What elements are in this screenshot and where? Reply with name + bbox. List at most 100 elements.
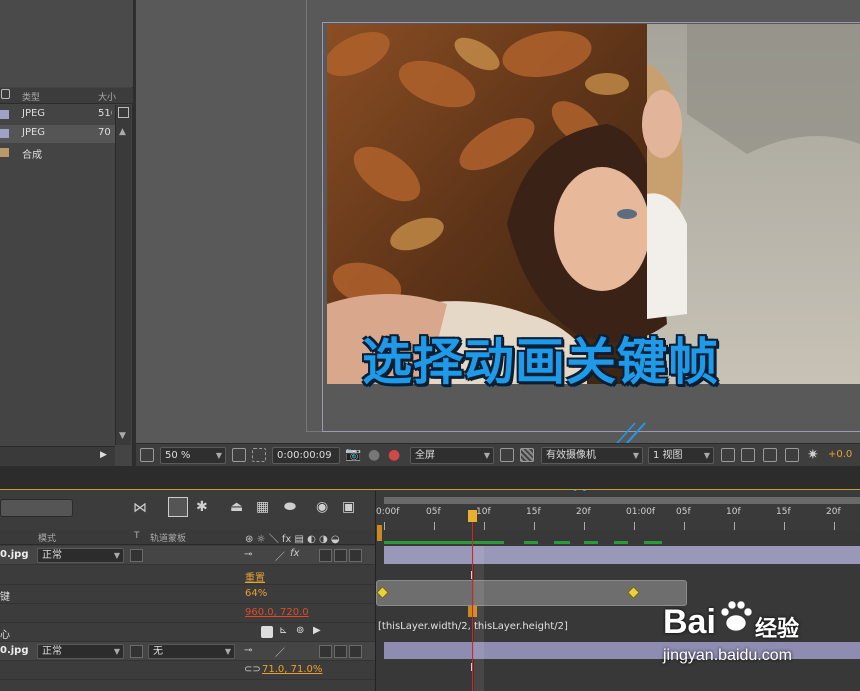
ruler-tick [384, 522, 385, 530]
project-item[interactable]: JPEG 516 [0, 106, 116, 124]
paw-icon [719, 599, 753, 633]
hide-shy-icon[interactable]: ✱ [196, 499, 208, 515]
column-size[interactable]: 大小 [98, 90, 116, 103]
motion-blur-checkbox[interactable] [334, 645, 347, 658]
frame-blend-checkbox[interactable] [319, 549, 332, 562]
work-area-start-handle[interactable] [377, 525, 382, 541]
frame-blend-checkbox[interactable] [319, 645, 332, 658]
current-time-shade [474, 546, 484, 691]
camera-value: 有效摄像机 [546, 450, 596, 461]
zoom-value: 50 % [165, 450, 191, 461]
expression-pickwhip-icon[interactable]: ⊚ [296, 625, 304, 636]
column-trkmat[interactable]: 轨道蒙板 [150, 531, 186, 544]
fx-icon[interactable]: fx [290, 548, 299, 559]
flowchart-icon[interactable] [785, 448, 799, 462]
item-type: JPEG [22, 108, 46, 119]
blend-mode-dropdown[interactable]: 正常 ▼ [37, 548, 124, 563]
chevron-down-icon: ▼ [215, 451, 222, 460]
auto-keyframe-icon[interactable]: ▣ [342, 499, 355, 515]
scroll-up-icon[interactable]: ▲ [119, 127, 126, 137]
layer-name[interactable]: 0.jpg [0, 645, 29, 656]
scroll-right-icon[interactable]: ▶ [100, 450, 107, 460]
brainstorm-icon[interactable]: ⬬ [284, 499, 296, 515]
ruler-label: 20f [576, 507, 591, 517]
layer-row[interactable]: 0.jpg 正常 ▼ 无 ▼ ⊸ ／ [0, 642, 375, 661]
ruler-label: 10f [726, 507, 741, 517]
watermark-url: jingyan.baidu.com [663, 647, 792, 664]
ruler-tick [684, 522, 685, 530]
baidu-watermark: Bai 经验 jingyan.baidu.com [663, 597, 853, 687]
views-dropdown[interactable]: 1 视图 ▼ [648, 447, 714, 464]
fast-previews-icon[interactable] [741, 448, 755, 462]
exposure-value[interactable]: +0.0 [828, 449, 852, 460]
exposure-icon[interactable]: ✷ [807, 447, 819, 463]
zoom-dropdown[interactable]: 50 % ▼ [160, 447, 226, 464]
caption-overlay: 选择动画关键帧 [362, 333, 719, 391]
work-area-bar[interactable] [384, 497, 860, 504]
quality-icon[interactable]: ／ [275, 548, 285, 563]
shy-icon[interactable]: ⊸ [244, 645, 252, 656]
resolution-dropdown[interactable]: 全屏 ▼ [410, 447, 494, 464]
column-type[interactable]: 类型 [22, 90, 40, 103]
chevron-down-icon: ▼ [703, 451, 710, 460]
scroll-down-icon[interactable]: ▼ [119, 431, 126, 441]
motion-blur-icon[interactable]: ▦ [256, 499, 269, 515]
expression-menu-icon[interactable]: ▶ [313, 625, 321, 636]
column-t[interactable]: T [134, 531, 140, 541]
quality-icon[interactable]: ／ [275, 644, 285, 659]
project-scrollbar[interactable]: ▲ ▼ [115, 105, 131, 445]
ruler-tick [734, 522, 735, 530]
layer-name[interactable]: 0.jpg [0, 549, 29, 560]
shy-icon[interactable]: ⊸ [244, 549, 252, 560]
views-value: 1 视图 [653, 450, 683, 461]
column-mode[interactable]: 模式 [38, 531, 56, 544]
show-snapshot-icon[interactable]: ● [368, 447, 380, 463]
ruler-label: 01:00f [626, 507, 656, 517]
region-of-interest-icon[interactable] [500, 448, 514, 462]
project-item[interactable]: JPEG 70 [0, 125, 116, 143]
draft-3d-icon[interactable] [168, 497, 188, 517]
motion-blur-checkbox[interactable] [334, 549, 347, 562]
always-preview-icon[interactable] [140, 448, 154, 462]
blend-mode-value: 正常 [42, 550, 62, 561]
adjustment-checkbox[interactable] [349, 645, 362, 658]
timeline-icon[interactable] [763, 448, 777, 462]
ruler-label: 15f [526, 507, 541, 517]
current-time-field[interactable]: 0:00:00:09 [272, 447, 340, 464]
track-matte-dropdown[interactable]: 无 ▼ [148, 644, 235, 659]
grid-icon[interactable] [232, 448, 246, 462]
adjustment-checkbox[interactable] [349, 549, 362, 562]
snapshot-icon[interactable]: 📷 [345, 447, 361, 462]
position-value[interactable]: 960.0, 720.0 [245, 607, 309, 618]
comp-mini-flowchart-icon[interactable]: ⋈ [133, 500, 147, 516]
watermark-brand-cn: 经验 [755, 617, 800, 642]
property-row: 心 ⊾ ⊚ ▶ [0, 623, 375, 642]
camera-dropdown[interactable]: 有效摄像机 ▼ [541, 447, 643, 464]
link-icon[interactable]: ⊂⊃ [244, 664, 261, 675]
channel-icon[interactable]: ● [388, 447, 400, 463]
label-icon[interactable] [1, 89, 10, 99]
item-type: JPEG [22, 127, 46, 138]
frame-blending-icon[interactable]: ⏏ [230, 499, 243, 515]
hierarchy-icon[interactable] [118, 107, 129, 118]
switches-icon[interactable]: ⊛ ☼ ＼ fx ▤ ◐ ◑ ◒ [245, 530, 340, 545]
scale-value[interactable]: 64% [245, 588, 267, 599]
expression-enable-icon[interactable] [261, 626, 273, 638]
reset-link[interactable]: 重置 [245, 569, 265, 584]
ruler-tick [634, 522, 635, 530]
transparency-grid-icon[interactable] [520, 448, 534, 462]
expression-graph-icon[interactable]: ⊾ [279, 625, 287, 636]
project-item[interactable]: 合成 [0, 144, 116, 162]
current-time-indicator[interactable] [472, 514, 473, 691]
layer-duration-bar[interactable] [384, 546, 860, 564]
graph-editor-icon[interactable]: ◉ [316, 499, 328, 515]
timeline-search-input[interactable] [0, 499, 73, 517]
mask-visibility-icon[interactable] [252, 448, 266, 462]
preserve-transparency-checkbox[interactable] [130, 645, 143, 658]
scale2-value[interactable]: 71.0, 71.0% [262, 664, 322, 675]
toggle-pixel-aspect-icon[interactable] [721, 448, 735, 462]
preserve-transparency-checkbox[interactable] [130, 549, 143, 562]
layer-row[interactable]: 0.jpg 正常 ▼ ⊸ ／ fx [0, 546, 375, 565]
blend-mode-dropdown[interactable]: 正常 ▼ [37, 644, 124, 659]
ruler-tick [834, 522, 835, 530]
